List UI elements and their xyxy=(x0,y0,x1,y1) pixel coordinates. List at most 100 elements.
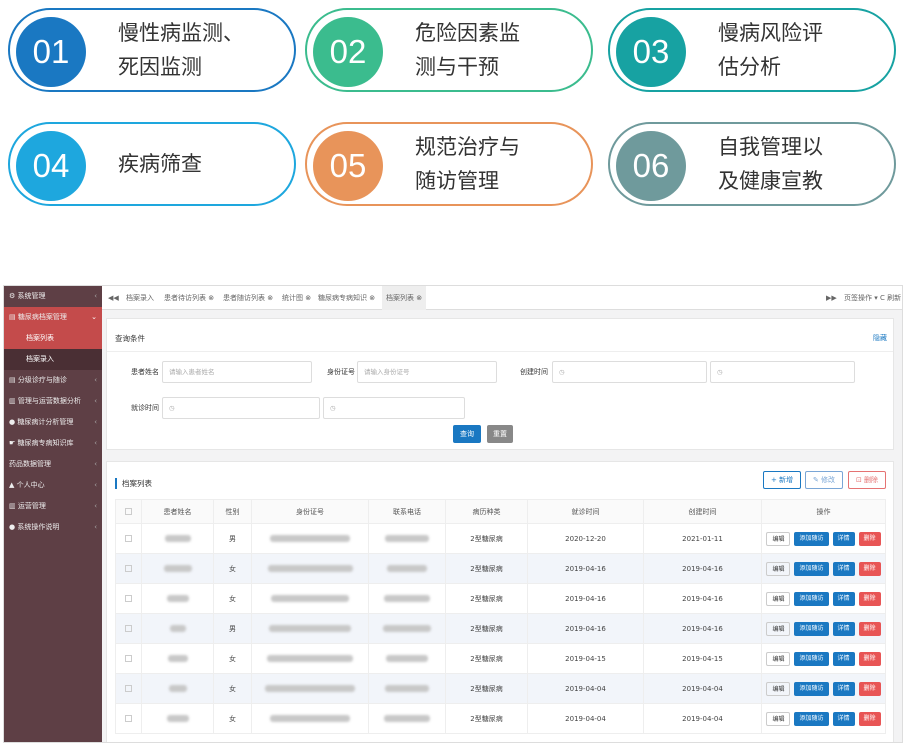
row-edit-button[interactable]: 编辑 xyxy=(766,531,791,546)
tab-statistics[interactable]: 统计图 ⊗ xyxy=(278,286,315,310)
sidebar-item-knowledge[interactable]: ☛ 糖尿病专病知识库 ‹ xyxy=(4,433,102,454)
row-detail-button[interactable]: 详情 xyxy=(832,591,855,606)
col-visit-time: 就诊时间 xyxy=(527,499,644,524)
hide-link[interactable]: 隐藏 xyxy=(873,333,887,343)
tabs-next-icon[interactable]: ▶▶ xyxy=(822,286,841,310)
row-select-cell[interactable] xyxy=(115,583,142,614)
record-type-cell: 2型糖尿病 xyxy=(445,523,528,554)
row-followup-button[interactable]: 添加随访 xyxy=(794,651,829,666)
row-remove-button[interactable]: 删除 xyxy=(858,531,881,546)
visit-end-input[interactable]: ◷ xyxy=(323,397,465,419)
created-time-cell: 2019-04-16 xyxy=(643,583,762,614)
row-checkbox[interactable] xyxy=(125,655,132,662)
feature-text: 慢病风险评 估分析 xyxy=(718,21,823,79)
row-followup-button[interactable]: 添加随访 xyxy=(794,531,829,546)
table-row[interactable]: 女 2型糖尿病 2019-04-04 2019-04-04 编辑 添加随访 详情 删除 xyxy=(115,673,886,704)
sidebar-item-stats[interactable]: ● 糖尿病计分析管理 ‹ xyxy=(4,412,102,433)
tab-archive-entry[interactable]: 档案录入 xyxy=(122,286,158,310)
add-button[interactable]: + 新增 xyxy=(763,471,801,489)
row-remove-button[interactable]: 删除 xyxy=(858,621,881,636)
id-number-cell xyxy=(251,673,369,704)
row-select-cell[interactable] xyxy=(115,613,142,644)
tabs-prev-icon[interactable]: ◀◀ xyxy=(104,286,123,310)
row-detail-button[interactable]: 详情 xyxy=(832,711,855,726)
visit-time-cell: 2019-04-04 xyxy=(527,673,644,704)
sidebar-item-system[interactable]: ⚙ 系统管理 ‹ xyxy=(4,286,102,307)
row-remove-button[interactable]: 删除 xyxy=(858,651,881,666)
edit-button[interactable]: ✎ 修改 xyxy=(805,471,843,489)
sidebar-item-archive-list[interactable]: 档案列表 xyxy=(4,328,102,349)
tab-visit-list[interactable]: 患者随访列表 ⊗ xyxy=(219,286,277,310)
id-input[interactable]: 请输入身份证号 xyxy=(357,361,497,383)
redacted-id xyxy=(267,655,353,662)
row-detail-button[interactable]: 详情 xyxy=(832,621,855,636)
row-detail-button[interactable]: 详情 xyxy=(832,681,855,696)
row-checkbox[interactable] xyxy=(125,595,132,602)
table-row[interactable]: 女 2型糖尿病 2019-04-15 2019-04-15 编辑 添加随访 详情 删除 xyxy=(115,643,886,674)
select-all-column[interactable] xyxy=(115,499,142,524)
redacted-name xyxy=(167,655,188,662)
sidebar-item-profile[interactable]: ▲ 个人中心 ‹ xyxy=(4,475,102,496)
row-followup-button[interactable]: 添加随访 xyxy=(794,591,829,606)
table-row[interactable]: 男 2型糖尿病 2020-12-20 2021-01-11 编辑 添加随访 详情 删除 xyxy=(115,523,886,554)
sidebar-item-drugs[interactable]: 药品数据管理 ‹ xyxy=(4,454,102,475)
sidebar-item-analytics[interactable]: ▥ 管理与运营数据分析 ‹ xyxy=(4,391,102,412)
tab-pending-visits[interactable]: 患者待访列表 ⊗ xyxy=(160,286,218,310)
row-select-cell[interactable] xyxy=(115,703,142,734)
delete-button[interactable]: ⊡ 删除 xyxy=(848,471,886,489)
row-select-cell[interactable] xyxy=(115,523,142,554)
row-followup-button[interactable]: 添加随访 xyxy=(794,711,829,726)
actions-cell: 编辑 添加随访 详情 删除 xyxy=(761,613,886,644)
refresh-button[interactable]: C 刷新 xyxy=(876,286,902,310)
tab-archive-list[interactable]: 档案列表 ⊗ xyxy=(382,286,427,310)
table-row[interactable]: 女 2型糖尿病 2019-04-16 2019-04-16 编辑 添加随访 详情 删除 xyxy=(115,583,886,614)
row-remove-button[interactable]: 删除 xyxy=(858,711,881,726)
row-checkbox[interactable] xyxy=(125,685,132,692)
row-edit-button[interactable]: 编辑 xyxy=(766,711,791,726)
row-select-cell[interactable] xyxy=(115,643,142,674)
sidebar-item-referral[interactable]: ▤ 分级诊疗与随诊 ‹ xyxy=(4,370,102,391)
row-edit-button[interactable]: 编辑 xyxy=(766,561,791,576)
row-detail-button[interactable]: 详情 xyxy=(832,651,855,666)
row-checkbox[interactable] xyxy=(125,625,132,632)
created-start-input[interactable]: ◷ xyxy=(552,361,707,383)
row-followup-button[interactable]: 添加随访 xyxy=(794,561,829,576)
search-button[interactable]: 查询 xyxy=(453,425,481,443)
row-remove-button[interactable]: 删除 xyxy=(858,681,881,696)
row-followup-button[interactable]: 添加随访 xyxy=(794,681,829,696)
feature-pill-03: 03 慢病风险评 估分析 xyxy=(608,8,896,92)
archive-list-panel: 档案列表 + 新增 ✎ 修改 ⊡ 删除 患者姓名 性别 身份证号 联系电话 病历… xyxy=(106,461,894,742)
row-select-cell[interactable] xyxy=(115,553,142,584)
row-detail-button[interactable]: 详情 xyxy=(832,531,855,546)
sidebar-item-help[interactable]: ● 系统操作说明 ‹ xyxy=(4,517,102,538)
id-label: 身份证号 xyxy=(327,368,355,376)
table-row[interactable]: 女 2型糖尿病 2019-04-16 2019-04-16 编辑 添加随访 详情 删除 xyxy=(115,553,886,584)
table-row[interactable]: 男 2型糖尿病 2019-04-16 2019-04-16 编辑 添加随访 详情 删除 xyxy=(115,613,886,644)
sidebar-item-diabetes-archive[interactable]: ▤ 糖尿病档案管理 ⌄ xyxy=(4,307,102,328)
row-edit-button[interactable]: 编辑 xyxy=(766,681,791,696)
actions-cell: 编辑 添加随访 详情 删除 xyxy=(761,583,886,614)
row-edit-button[interactable]: 编辑 xyxy=(766,621,791,636)
row-select-cell[interactable] xyxy=(115,673,142,704)
row-remove-button[interactable]: 删除 xyxy=(858,591,881,606)
name-input[interactable]: 请输入患者姓名 xyxy=(162,361,312,383)
row-followup-button[interactable]: 添加随访 xyxy=(794,621,829,636)
table-row[interactable]: 女 2型糖尿病 2019-04-04 2019-04-04 编辑 添加随访 详情 删除 xyxy=(115,703,886,734)
row-detail-button[interactable]: 详情 xyxy=(832,561,855,576)
visit-time-cell: 2019-04-16 xyxy=(527,583,644,614)
select-all-checkbox[interactable] xyxy=(125,508,132,515)
row-checkbox[interactable] xyxy=(125,535,132,542)
visit-start-input[interactable]: ◷ xyxy=(162,397,320,419)
row-checkbox[interactable] xyxy=(125,565,132,572)
reset-button[interactable]: 重置 xyxy=(487,425,513,443)
tab-knowledge[interactable]: 糖尿病专病知识 ⊗ xyxy=(314,286,379,310)
sidebar-item-operations[interactable]: ▥ 运营管理 ‹ xyxy=(4,496,102,517)
created-end-input[interactable]: ◷ xyxy=(710,361,855,383)
row-remove-button[interactable]: 删除 xyxy=(858,561,881,576)
redacted-name xyxy=(163,565,192,572)
row-edit-button[interactable]: 编辑 xyxy=(766,591,791,606)
sidebar-item-archive-entry[interactable]: 档案录入 xyxy=(4,349,102,370)
record-type-cell: 2型糖尿病 xyxy=(445,583,528,614)
row-checkbox[interactable] xyxy=(125,715,132,722)
row-edit-button[interactable]: 编辑 xyxy=(766,651,791,666)
